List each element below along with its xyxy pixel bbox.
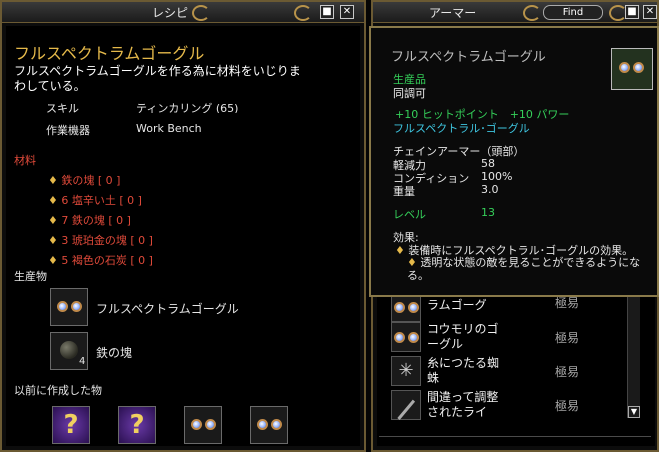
stat-value: 58 — [481, 157, 495, 170]
bullet-icon: ♦ — [407, 256, 421, 269]
list-item-name: 間違って調整されたライ — [427, 390, 499, 419]
armor-window-title: アーマー — [429, 6, 477, 20]
recipe-window: レシピ ■ ✕ フルスペクトラムゴーグル フルスペクトラムゴーグルを作る為に材料… — [0, 0, 366, 452]
find-button[interactable]: Find — [543, 5, 603, 20]
list-item[interactable]: ✳ 糸につたる蜘蛛 極易 — [389, 354, 629, 388]
goggles-icon — [619, 62, 645, 76]
scrollbar[interactable]: ▼ — [627, 290, 640, 418]
bullet-icon: ♦ — [48, 214, 62, 227]
recipe-description: フルスペクトラムゴーグルを作る為に材料をいじりまわしている。 — [14, 64, 301, 93]
product-count: 4 — [79, 356, 86, 367]
goggles-icon — [57, 301, 83, 315]
previous-item-slot[interactable] — [250, 406, 288, 444]
iron-lump-icon — [60, 341, 78, 359]
spider-icon: ✳ — [391, 356, 421, 386]
material-item: ♦ 3 琥珀金の塊 [ 0 ] — [48, 234, 153, 247]
material-item: ♦ 7 鉄の塊 [ 0 ] — [48, 214, 131, 227]
armor-titlebar[interactable]: アーマー Find ■ ✕ — [373, 2, 657, 23]
recipe-body: フルスペクトラムゴーグル フルスペクトラムゴーグルを作る為に材料をいじりまわして… — [6, 26, 360, 446]
close-button[interactable]: ✕ — [340, 5, 354, 19]
goggles-icon — [191, 419, 217, 433]
tooltip-item-icon — [611, 48, 653, 90]
list-item-name: ラムゴーグ — [427, 298, 487, 312]
set-name: フルスペクトラル･ゴーグル — [393, 122, 530, 135]
list-item[interactable]: 間違って調整されたライ 極易 — [389, 388, 629, 420]
skill-value: ティンカリング (65) — [136, 102, 239, 113]
list-item-difficulty: 極易 — [555, 365, 580, 379]
item-tooltip: フルスペクトラムゴーグル 生産品 同調可 +10 ヒットポイント +10 パワー… — [369, 26, 659, 297]
stat-label: 重量 — [393, 185, 415, 198]
rod-icon — [391, 390, 421, 420]
list-item[interactable]: コウモリのゴーグル 極易 — [389, 320, 629, 354]
scroll-down-button[interactable]: ▼ — [628, 406, 640, 418]
stat-value: 100% — [481, 170, 513, 183]
minimize-button[interactable]: ■ — [625, 5, 639, 19]
stat-value: 3.0 — [481, 183, 499, 196]
material-item: ♦ 鉄の塊 [ 0 ] — [48, 174, 121, 187]
list-item-difficulty: 極易 — [555, 399, 580, 413]
question-mark-icon: ? — [119, 407, 155, 443]
effect-line: ♦ 透明な状態の敵を見ることができるようになる。 — [407, 256, 641, 282]
close-button[interactable]: ✕ — [643, 5, 657, 19]
tooltip-item-name: フルスペクトラムゴーグル — [391, 50, 546, 65]
minimize-button[interactable]: ■ — [320, 5, 334, 19]
attunable-label: 同調可 — [393, 87, 426, 100]
bullet-icon: ♦ — [48, 174, 62, 187]
level-label: レベル — [393, 208, 426, 221]
product-slot-iron[interactable]: 4 — [50, 332, 88, 370]
list-item-name: コウモリのゴーグル — [427, 322, 499, 351]
armor-list: ラムゴーグ 極易 コウモリのゴーグル 極易 ✳ 糸につたる蜘蛛 極易 間違って調… — [389, 290, 629, 420]
ornament-swirl-icon — [523, 5, 541, 21]
goggles-icon — [391, 322, 421, 352]
divider — [379, 436, 651, 437]
bullet-icon: ♦ — [48, 194, 62, 207]
recipe-titlebar[interactable]: レシピ ■ ✕ — [2, 2, 364, 23]
recipe-window-title: レシピ — [152, 6, 189, 20]
level-value: 13 — [481, 206, 495, 219]
previous-header: 以前に作成した物 — [14, 384, 102, 397]
list-item-difficulty: 極易 — [555, 331, 580, 345]
bullet-icon: ♦ — [48, 254, 62, 267]
product-name: 鉄の塊 — [96, 346, 133, 360]
skill-label: スキル — [46, 102, 79, 115]
material-item: ♦ 5 褐色の石炭 [ 0 ] — [48, 254, 153, 267]
bullet-icon: ♦ — [48, 234, 62, 247]
previous-item-slot[interactable]: ? — [52, 406, 90, 444]
product-name: フルスペクトラムゴーグル — [96, 302, 239, 316]
list-item-name: 糸につたる蜘蛛 — [427, 356, 500, 385]
ornament-swirl-icon — [192, 5, 210, 21]
materials-header: 材料 — [14, 154, 36, 167]
equipment-label: 作業機器 — [46, 124, 90, 137]
previous-item-slot[interactable] — [184, 406, 222, 444]
goggles-icon — [257, 419, 283, 433]
previous-item-slot[interactable]: ? — [118, 406, 156, 444]
question-mark-icon: ? — [53, 407, 89, 443]
equipment-value: Work Bench — [136, 122, 202, 135]
products-header: 生産物 — [14, 270, 47, 283]
material-item: ♦ 6 塩辛い土 [ 0 ] — [48, 194, 142, 207]
product-slot-goggles[interactable] — [50, 288, 88, 326]
recipe-item-name: フルスペクトラムゴーグル — [14, 44, 205, 63]
ornament-swirl-icon — [294, 5, 312, 21]
